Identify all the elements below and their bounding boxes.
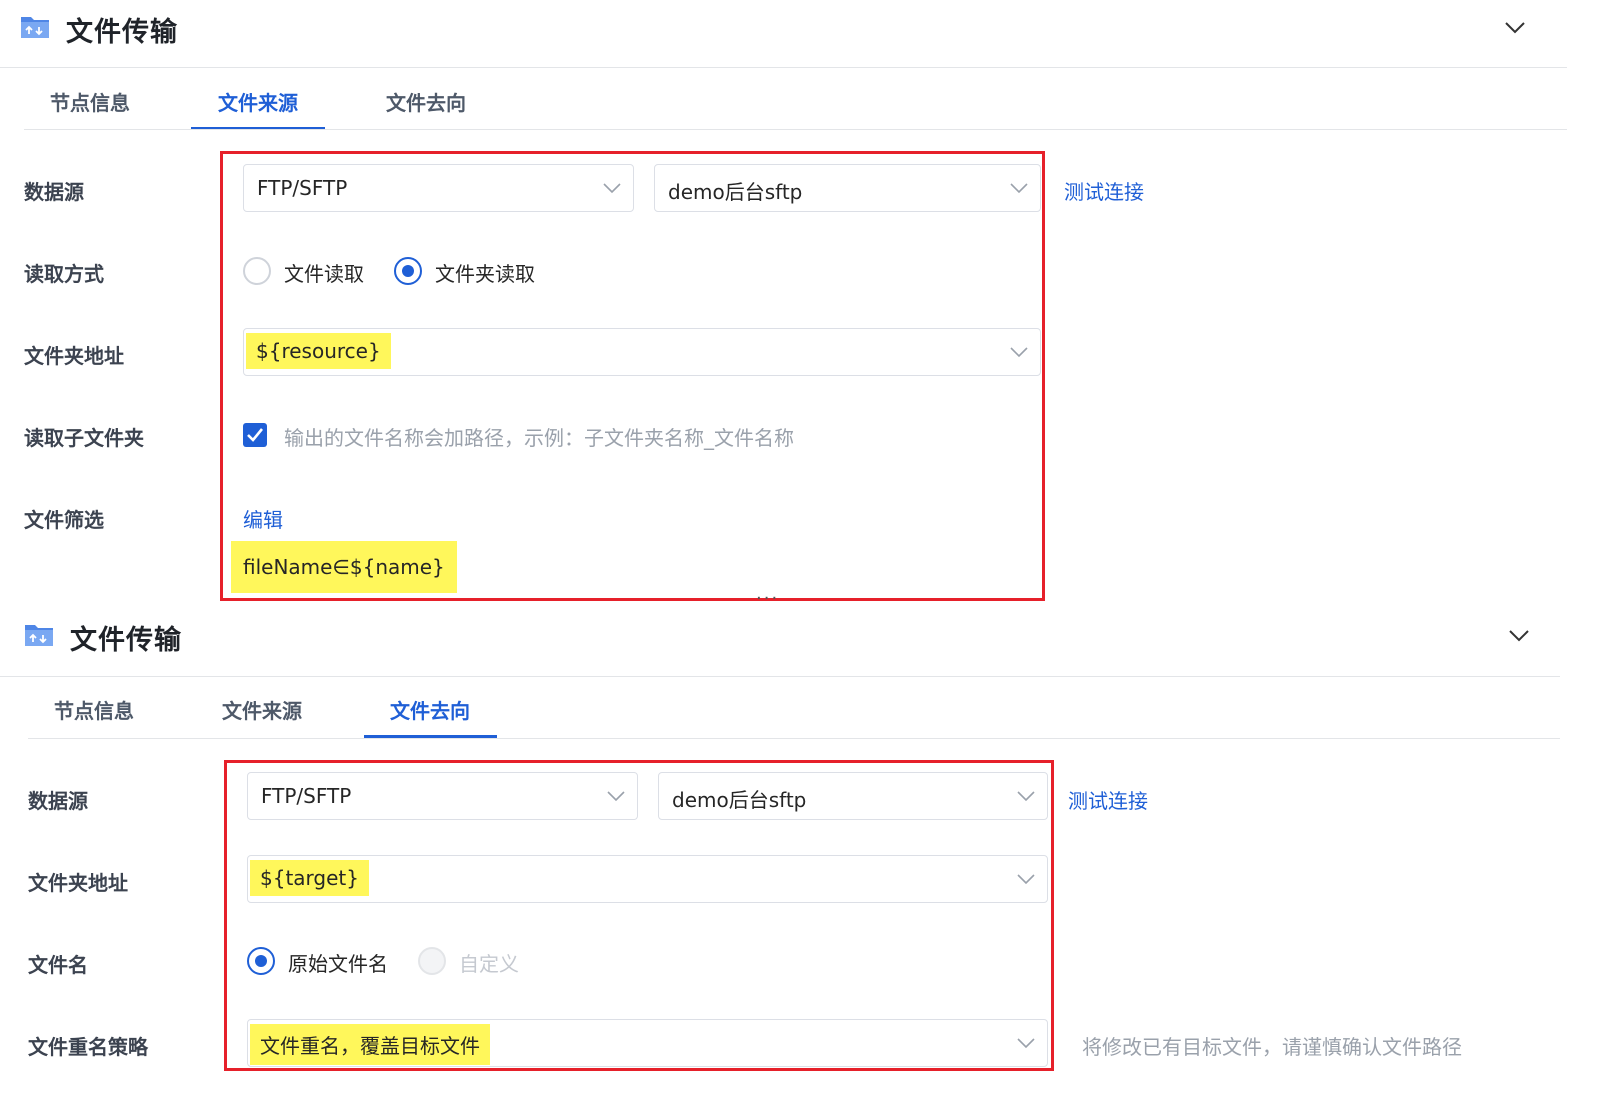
test-connection-link[interactable]: 测试连接 [1068,785,1148,814]
panel-header-1[interactable]: 文件传输 [0,0,1580,68]
label-datasource: 数据源 [28,789,88,813]
annotation-box [224,760,1054,1071]
label-datasource: 数据源 [24,180,84,204]
folder-transfer-icon [25,625,53,646]
header-divider [0,67,1567,68]
tab-file-source[interactable]: 文件来源 [222,695,302,724]
label-folder-path: 文件夹地址 [28,871,128,895]
tab-file-source[interactable]: 文件来源 [218,87,298,116]
panel-header-2[interactable]: 文件传输 [0,606,1580,674]
chevron-down-icon[interactable] [1505,22,1525,34]
label-read-mode: 读取方式 [24,262,104,286]
test-connection-link[interactable]: 测试连接 [1064,176,1144,205]
tabs-divider [28,738,1560,739]
tab-node-info[interactable]: 节点信息 [54,695,134,724]
label-rename-policy: 文件重名策略 [28,1035,148,1059]
label-file-filter: 文件筛选 [24,508,104,532]
header-divider [0,676,1560,677]
panel-title: 文件传输 [70,625,182,656]
panel-title: 文件传输 [66,17,178,48]
label-folder-path: 文件夹地址 [24,344,124,368]
tab-file-destination[interactable]: 文件去向 [386,87,466,116]
tab-node-info[interactable]: 节点信息 [50,87,130,116]
tab-file-destination[interactable]: 文件去向 [390,695,470,724]
label-read-subfolder: 读取子文件夹 [24,426,144,450]
chevron-down-icon[interactable] [1509,630,1529,642]
tabs-divider [24,129,1567,130]
annotation-box [220,151,1045,601]
folder-transfer-icon [21,17,49,38]
label-file-name: 文件名 [28,953,88,977]
rename-hint: 将修改已有目标文件，请谨慎确认文件路径 [1082,1035,1462,1059]
